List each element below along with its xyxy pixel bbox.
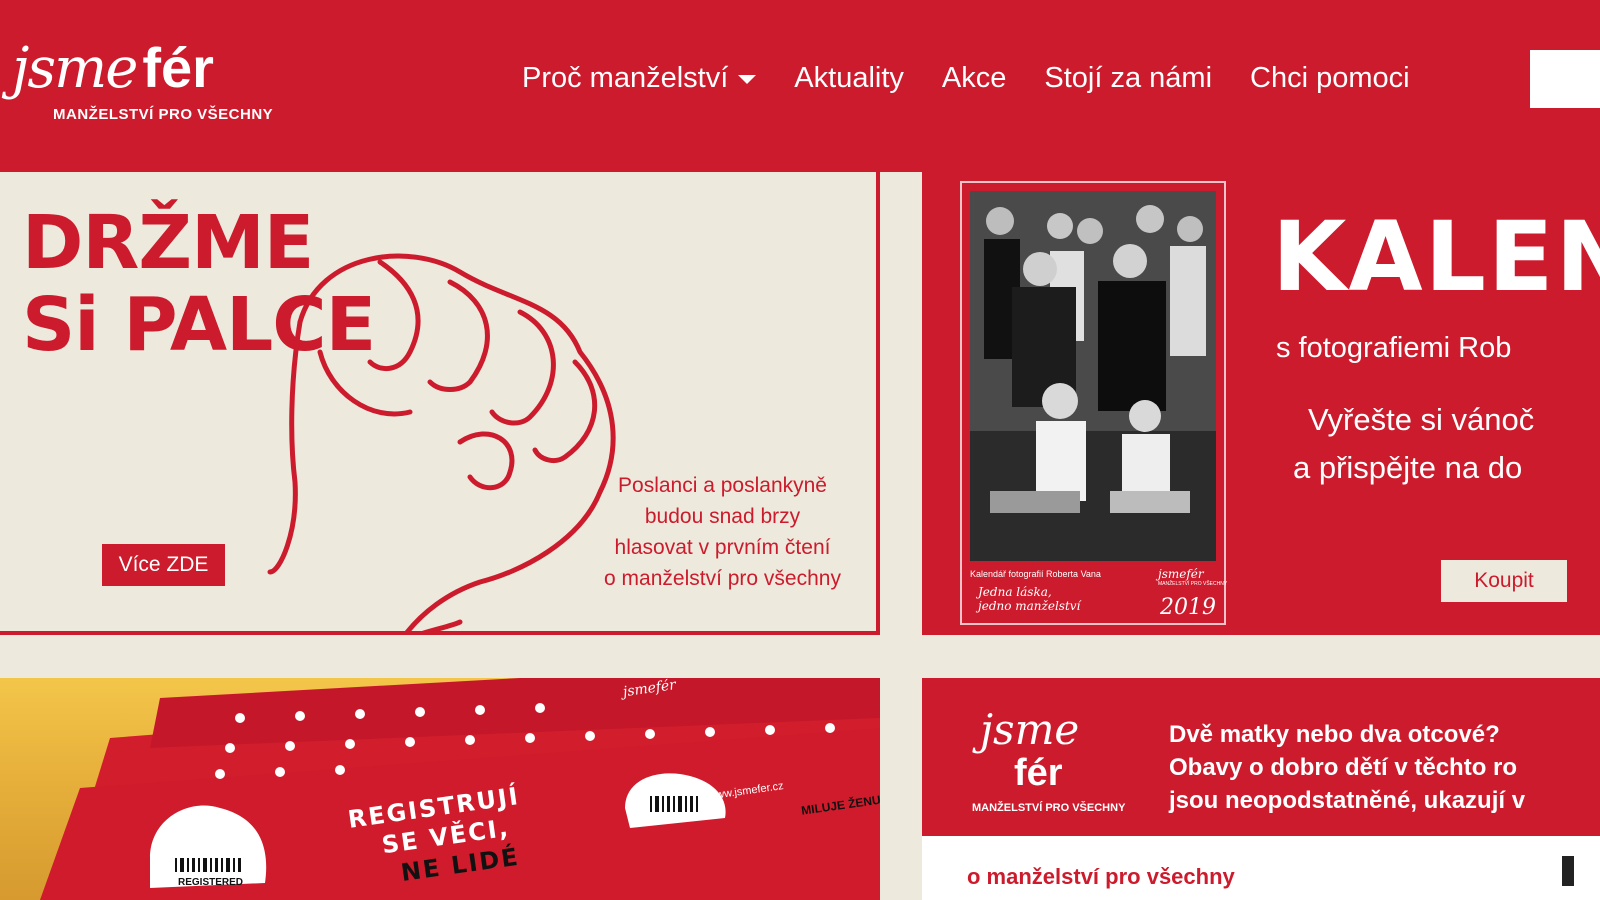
family-photo-image — [970, 191, 1216, 561]
banner-logo-tagline: MANŽELSTVÍ PRO VŠECHNY — [972, 802, 1126, 814]
calendar-cover: Kalendář fotografií Roberta Vana Jedna l… — [960, 181, 1228, 625]
calendar-photo — [970, 191, 1216, 561]
calendar-year: 2019 — [1160, 595, 1216, 620]
nav-item-proc-manzelstvi[interactable]: Proč manželství — [522, 56, 757, 100]
hero-banner-left[interactable]: DRŽME Si PALCE Více ZDE Poslanci a posla… — [0, 172, 880, 635]
hero-caption: Poslanci a poslankyně budou snad brzy hl… — [570, 470, 875, 594]
calendar-script-line: Jedna láska, — [978, 585, 1052, 599]
nav-item-akce[interactable]: Akce — [942, 56, 1006, 100]
registration-cards-image: REGISTERED REGISTRUJÍ SE VĚCI, NE LIDÉ w… — [40, 678, 880, 900]
calendar-title: KALEN — [1272, 201, 1600, 313]
logo-tagline: MANŽELSTVÍ PRO VŠECHNY — [53, 106, 274, 123]
banner-logo-script: jsme — [980, 705, 1080, 754]
more-here-button[interactable]: Více ZDE — [102, 544, 225, 586]
logo-wordmark: jsme fér — [12, 36, 214, 101]
edge-mark — [1562, 856, 1574, 886]
barcode-label: REGISTERED — [178, 877, 243, 888]
caption-line: o manželství pro všechny — [604, 567, 841, 590]
main-nav: Proč manželství Aktuality Akce Stojí za … — [522, 56, 1448, 100]
caption-line: Poslanci a poslankyně — [618, 474, 827, 497]
gutter — [880, 678, 922, 900]
nav-item-label: Proč manželství — [522, 62, 729, 94]
hero-banner-calendar[interactable]: Kalendář fotografií Roberta Vana Jedna l… — [922, 172, 1600, 635]
caption-line: budou snad brzy — [644, 505, 801, 528]
logo-script-text: jsme — [12, 36, 138, 101]
calendar-script: Jedna láska, jedno manželství — [978, 585, 1080, 613]
caption-line: hlasovat v prvním čtení — [614, 536, 831, 559]
banner-text-line: jsou neopodstatněné, ukazují v — [1169, 787, 1526, 814]
banner-logo-bold: fér — [1014, 752, 1063, 794]
calendar-logo-tagline: MANŽELSTVÍ PRO VŠECHNY — [1158, 581, 1228, 587]
calendar-line-1: Vyřešte si vánoč — [1308, 402, 1535, 437]
site-header: jsme fér MANŽELSTVÍ PRO VŠECHNY Proč manž… — [0, 0, 1600, 172]
calendar-caption: Kalendář fotografií Roberta Vana — [970, 569, 1101, 579]
nav-item-aktuality[interactable]: Aktuality — [794, 56, 904, 100]
logo-bold-text: fér — [142, 36, 214, 99]
calendar-script-line: jedno manželství — [978, 599, 1081, 613]
registered-cards-banner[interactable]: REGISTERED REGISTRUJÍ SE VĚCI, NE LIDÉ w… — [0, 678, 880, 900]
banner-text-line: Dvě matky nebo dva otcové? — [1169, 721, 1500, 748]
banner-red-area: jsme fér MANŽELSTVÍ PRO VŠECHNY Dvě matk… — [922, 678, 1600, 836]
two-moms-banner[interactable]: jsme fér MANŽELSTVÍ PRO VŠECHNY Dvě matk… — [922, 678, 1600, 900]
nav-item-stoji-za-nami[interactable]: Stojí za námi — [1044, 56, 1212, 100]
calendar-line-2: a přispějte na do — [1293, 450, 1523, 485]
calendar-logo: jsmefér — [1158, 567, 1204, 581]
calendar-subtitle: s fotografiemi Rob — [1276, 332, 1512, 364]
buy-button[interactable]: Koupit — [1441, 560, 1567, 602]
banner-bottom-text: o manželství pro všechny — [967, 864, 1235, 889]
banner-text-line: Obavy o dobro dětí v těchto ro — [1169, 754, 1518, 781]
row-gutter — [0, 635, 1600, 678]
nav-item-chci-pomoci[interactable]: Chci pomoci — [1250, 56, 1410, 100]
chevron-down-icon — [738, 75, 757, 84]
gutter — [880, 172, 922, 635]
site-logo[interactable]: jsme fér MANŽELSTVÍ PRO VŠECHNY — [12, 36, 312, 136]
header-action-box[interactable] — [1530, 50, 1600, 108]
banner-text: Dvě matky nebo dva otcové? Obavy o dobro… — [1169, 718, 1525, 817]
